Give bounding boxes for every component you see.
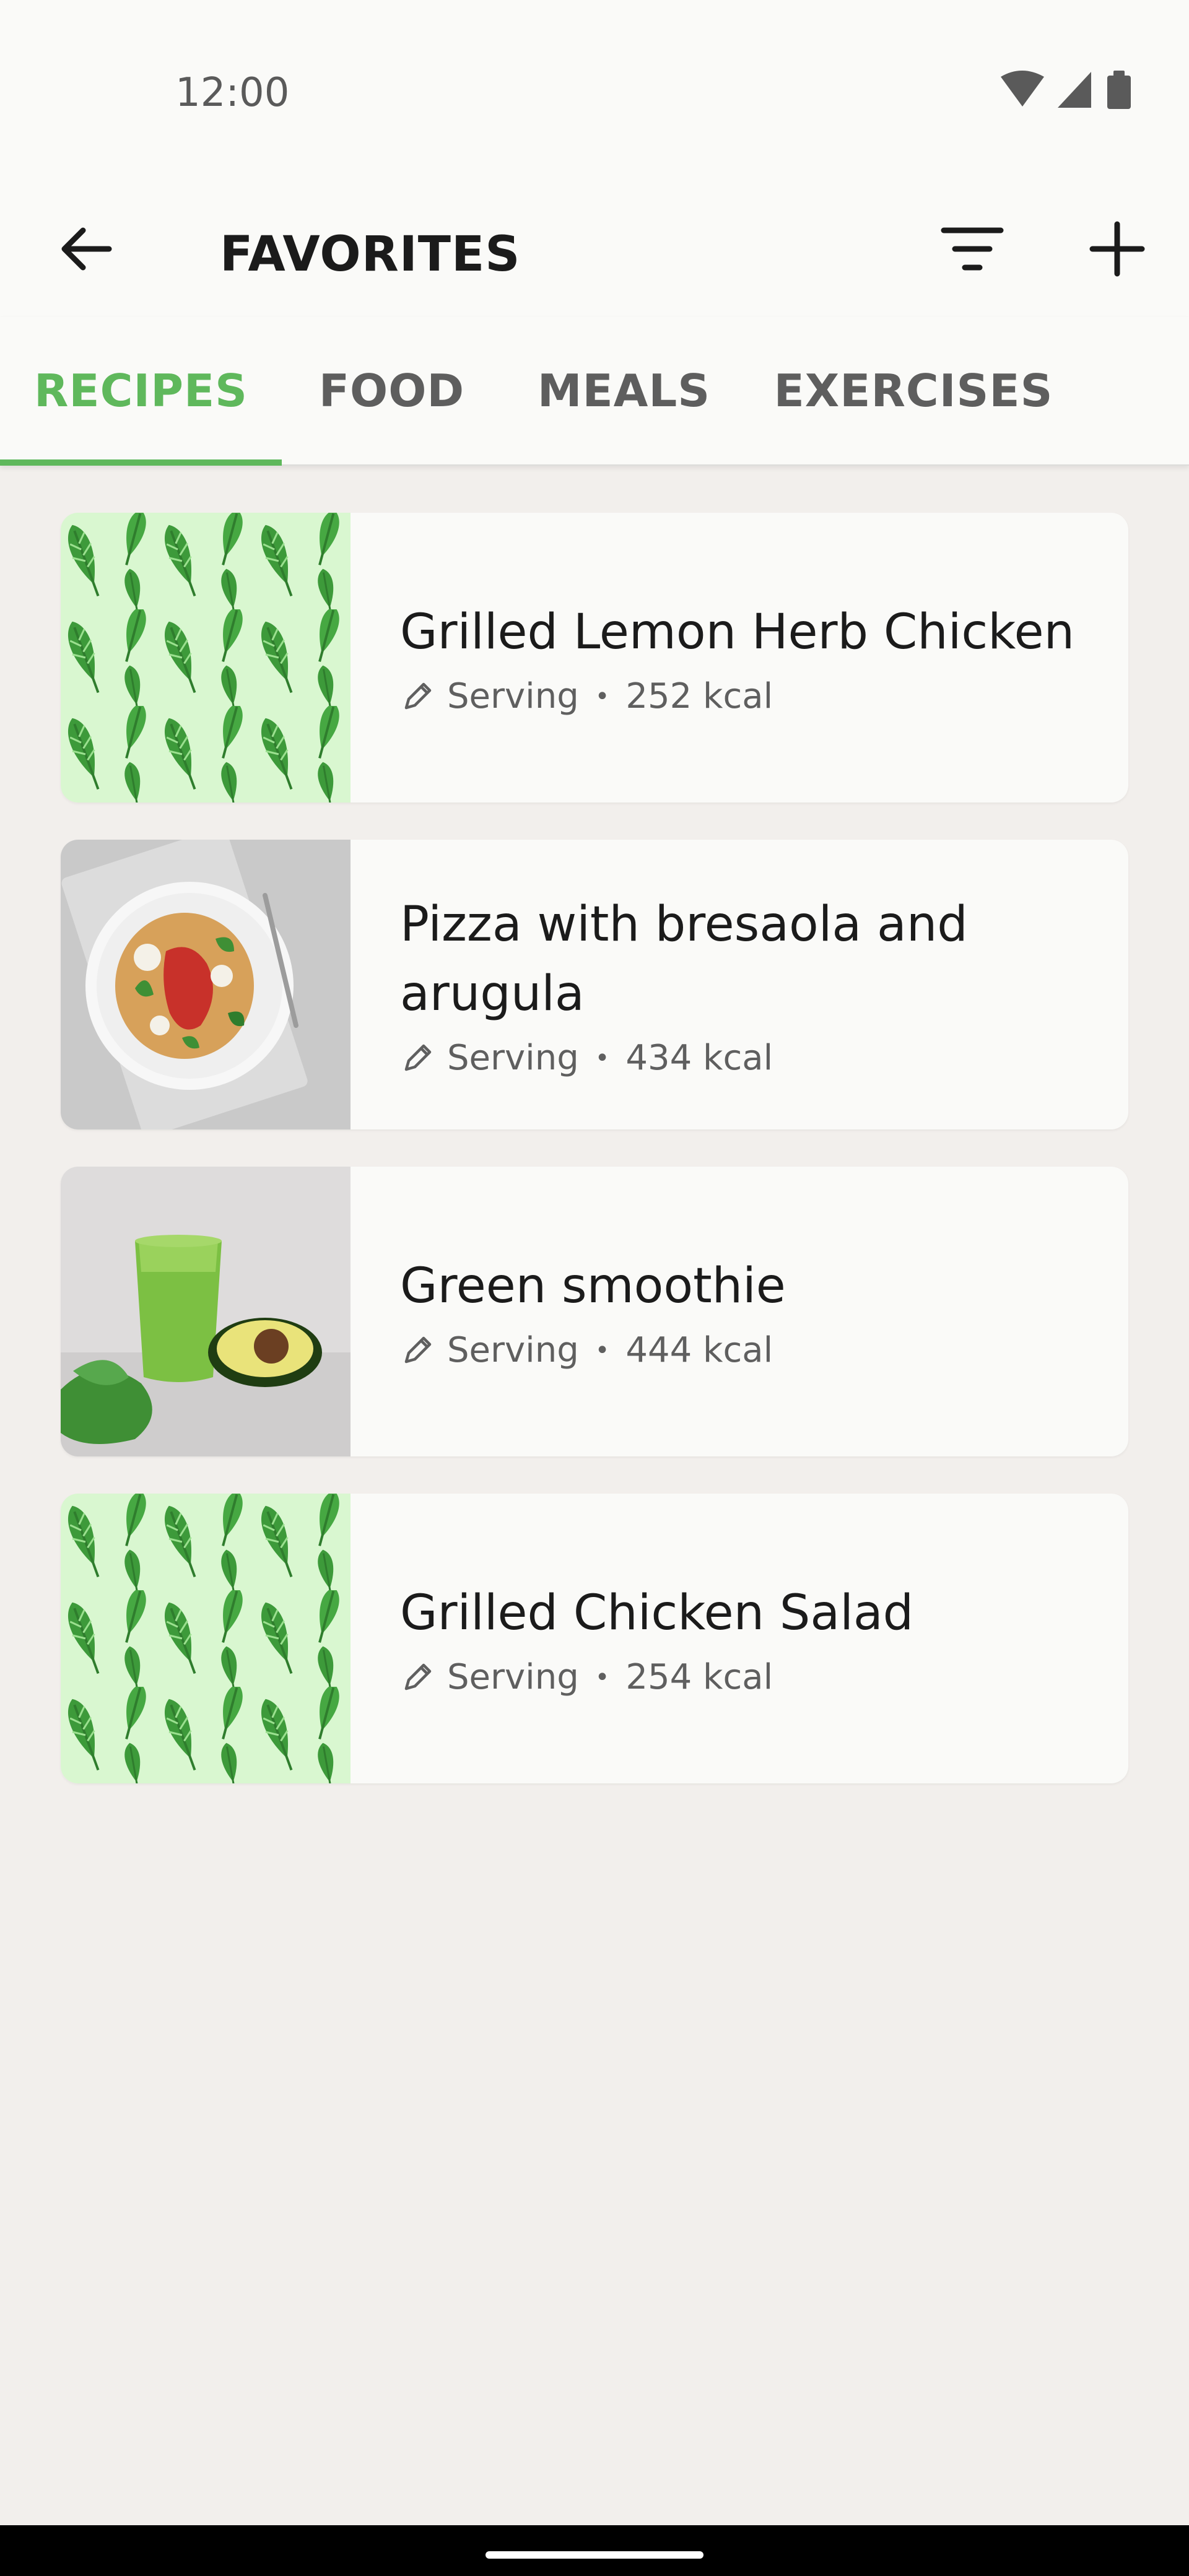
recipe-meta: Serving • 434 kcal xyxy=(400,1037,1106,1079)
system-nav-bar xyxy=(0,2525,1189,2576)
recipe-info: Green smoothie Serving • 444 kcal xyxy=(400,1167,1106,1456)
recipe-info: Grilled Chicken Salad Serving • 254 kcal xyxy=(400,1494,1106,1783)
pencil-icon xyxy=(404,1044,432,1071)
battery-icon xyxy=(1107,71,1131,109)
recipe-name: Green smoothie xyxy=(400,1258,786,1314)
plus-icon xyxy=(1089,221,1145,277)
recipe-name: Grilled Lemon Herb Chicken xyxy=(400,604,1075,660)
recipe-meta: Serving • 252 kcal xyxy=(400,676,1106,718)
serving-label: Serving xyxy=(447,1657,579,1697)
separator-dot: • xyxy=(594,1044,610,1073)
status-time: 12:00 xyxy=(175,70,290,116)
separator-dot: • xyxy=(594,1336,610,1365)
recipe-image-placeholder xyxy=(61,1494,351,1783)
status-icons xyxy=(997,68,1141,111)
back-button[interactable] xyxy=(48,211,125,287)
pencil-icon xyxy=(404,682,432,710)
add-button[interactable] xyxy=(1079,211,1156,287)
arrow-left-icon xyxy=(61,227,112,271)
kcal-value: 252 kcal xyxy=(625,676,773,716)
recipe-card[interactable]: Grilled Chicken Salad Serving • 254 kcal xyxy=(61,1494,1128,1783)
recipe-meta: Serving • 254 kcal xyxy=(400,1656,1106,1699)
recipe-card[interactable]: Pizza with bresaola and arugula Serving … xyxy=(61,840,1128,1129)
tab-food[interactable]: FOOD xyxy=(282,317,502,464)
app-bar: FAVORITES xyxy=(0,181,1189,317)
recipe-info: Grilled Lemon Herb Chicken Serving • 252… xyxy=(400,513,1106,803)
serving-label: Serving xyxy=(447,1038,579,1078)
pencil-icon xyxy=(404,1336,432,1364)
tab-indicator xyxy=(0,459,282,466)
recipe-card[interactable]: Grilled Lemon Herb Chicken Serving • 252… xyxy=(61,513,1128,803)
recipe-info: Pizza with bresaola and arugula Serving … xyxy=(400,840,1106,1129)
separator-dot: • xyxy=(594,1663,610,1692)
tab-bar: RECIPES FOOD MEALS EXERCISES xyxy=(0,317,1189,466)
recipe-meta: Serving • 444 kcal xyxy=(400,1329,1106,1372)
wifi-icon xyxy=(1001,71,1044,107)
separator-dot: • xyxy=(594,682,610,711)
kcal-value: 434 kcal xyxy=(625,1038,773,1078)
recipe-photo-pizza xyxy=(61,840,351,1129)
recipe-name: Pizza with bresaola and arugula xyxy=(400,897,968,1022)
recipe-image-placeholder xyxy=(61,513,351,803)
recipe-photo-smoothie xyxy=(61,1167,351,1456)
kcal-value: 444 kcal xyxy=(625,1330,773,1370)
serving-label: Serving xyxy=(447,676,579,716)
status-bar: 12:00 xyxy=(0,0,1189,181)
filter-button[interactable] xyxy=(934,211,1011,287)
serving-label: Serving xyxy=(447,1330,579,1370)
recipe-name: Grilled Chicken Salad xyxy=(400,1585,914,1641)
recipe-list: Grilled Lemon Herb Chicken Serving • 252… xyxy=(61,513,1128,1821)
tab-exercises[interactable]: EXERCISES xyxy=(746,317,1081,464)
tab-recipes[interactable]: RECIPES xyxy=(0,317,282,464)
recipe-card[interactable]: Green smoothie Serving • 444 kcal xyxy=(61,1167,1128,1456)
tab-meals[interactable]: MEALS xyxy=(502,317,746,464)
kcal-value: 254 kcal xyxy=(625,1657,773,1697)
cellular-signal-icon xyxy=(1058,72,1091,108)
pencil-icon xyxy=(404,1663,432,1690)
filter-lines-icon xyxy=(941,227,1004,271)
home-indicator[interactable] xyxy=(486,2551,703,2559)
page-title: FAVORITES xyxy=(220,227,521,282)
